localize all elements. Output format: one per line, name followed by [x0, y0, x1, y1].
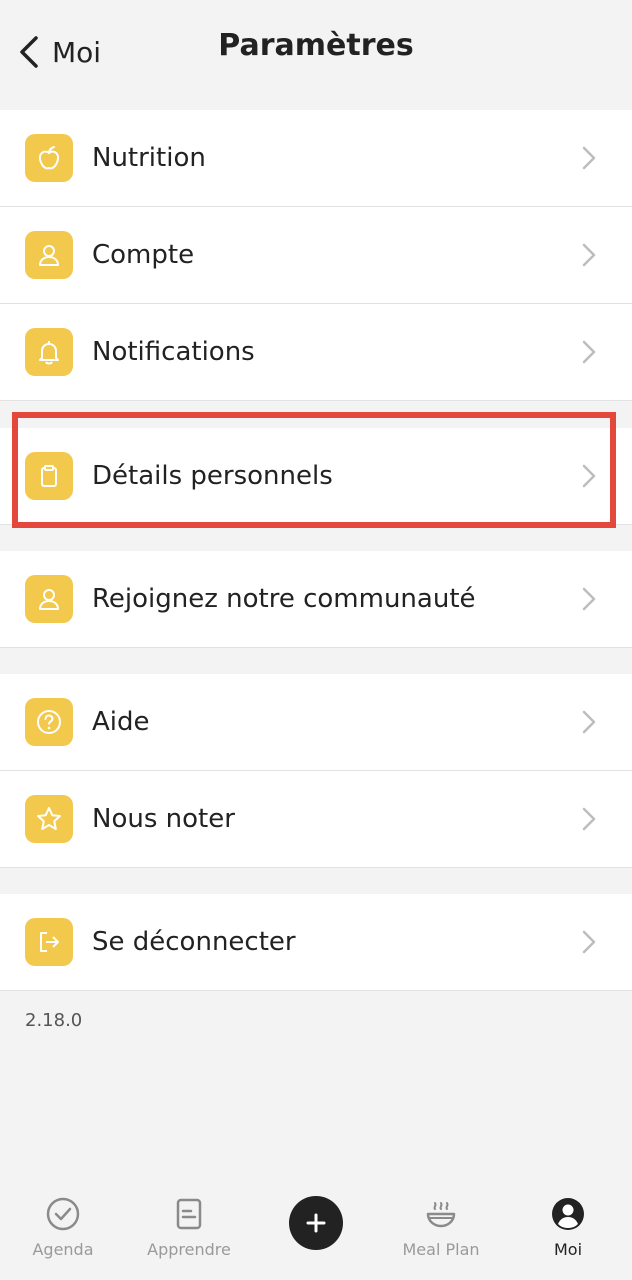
settings-item-personal-details[interactable]: Détails personnels: [0, 428, 632, 525]
help-circle-icon: [25, 698, 73, 746]
settings-item-label: Aide: [92, 707, 150, 737]
plus-icon: [306, 1213, 326, 1233]
chevron-right-icon: [582, 930, 596, 954]
settings-item-label: Nutrition: [92, 143, 206, 173]
chevron-right-icon: [582, 807, 596, 831]
tab-meal-plan[interactable]: Meal Plan: [386, 1196, 496, 1259]
chevron-right-icon: [582, 464, 596, 488]
tab-moi[interactable]: Moi: [513, 1196, 623, 1259]
settings-item-help[interactable]: Aide: [0, 674, 632, 771]
tab-agenda[interactable]: Agenda: [8, 1196, 118, 1259]
page-title: Paramètres: [218, 28, 414, 63]
apple-icon: [25, 134, 73, 182]
settings-item-compte[interactable]: Compte: [0, 207, 632, 304]
document-icon: [176, 1198, 202, 1230]
chevron-right-icon: [582, 146, 596, 170]
settings-item-logout[interactable]: Se déconnecter: [0, 894, 632, 991]
tab-bar: Agenda Apprendre Meal Plan Moi: [0, 1180, 632, 1280]
settings-item-label: Détails personnels: [92, 461, 333, 491]
chevron-right-icon: [582, 243, 596, 267]
settings-group-main: Nutrition Compte Notifications: [0, 110, 632, 401]
check-circle-icon: [46, 1197, 80, 1231]
settings-item-rate[interactable]: Nous noter: [0, 771, 632, 868]
chevron-right-icon: [582, 710, 596, 734]
bowl-icon: [426, 1202, 456, 1228]
clipboard-icon: [25, 452, 73, 500]
app-version: 2.18.0: [25, 1010, 83, 1031]
chevron-right-icon: [582, 587, 596, 611]
settings-item-notifications[interactable]: Notifications: [0, 304, 632, 401]
user-icon: [25, 575, 73, 623]
chevron-right-icon: [582, 340, 596, 364]
settings-group-personal: Détails personnels: [0, 428, 632, 525]
settings-group-community: Rejoignez notre communauté: [0, 551, 632, 648]
settings-item-community[interactable]: Rejoignez notre communauté: [0, 551, 632, 648]
logout-icon: [25, 918, 73, 966]
bell-icon: [25, 328, 73, 376]
settings-item-label: Compte: [92, 240, 195, 270]
header: Moi Paramètres: [0, 0, 632, 110]
settings-item-label: Se déconnecter: [92, 927, 296, 957]
settings-group-support: Aide Nous noter: [0, 674, 632, 868]
tab-label: Apprendre: [147, 1240, 231, 1259]
tab-label: Meal Plan: [402, 1240, 480, 1259]
profile-icon: [552, 1198, 584, 1230]
settings-item-label: Rejoignez notre communauté: [92, 584, 476, 614]
tab-apprendre[interactable]: Apprendre: [134, 1196, 244, 1259]
tab-label: Moi: [553, 1240, 583, 1259]
settings-group-logout: Se déconnecter: [0, 894, 632, 991]
settings-item-label: Notifications: [92, 337, 255, 367]
tab-label: Agenda: [32, 1240, 94, 1259]
user-icon: [25, 231, 73, 279]
settings-item-nutrition[interactable]: Nutrition: [0, 110, 632, 207]
star-icon: [25, 795, 73, 843]
settings-item-label: Nous noter: [92, 804, 235, 834]
add-button[interactable]: [289, 1196, 343, 1250]
